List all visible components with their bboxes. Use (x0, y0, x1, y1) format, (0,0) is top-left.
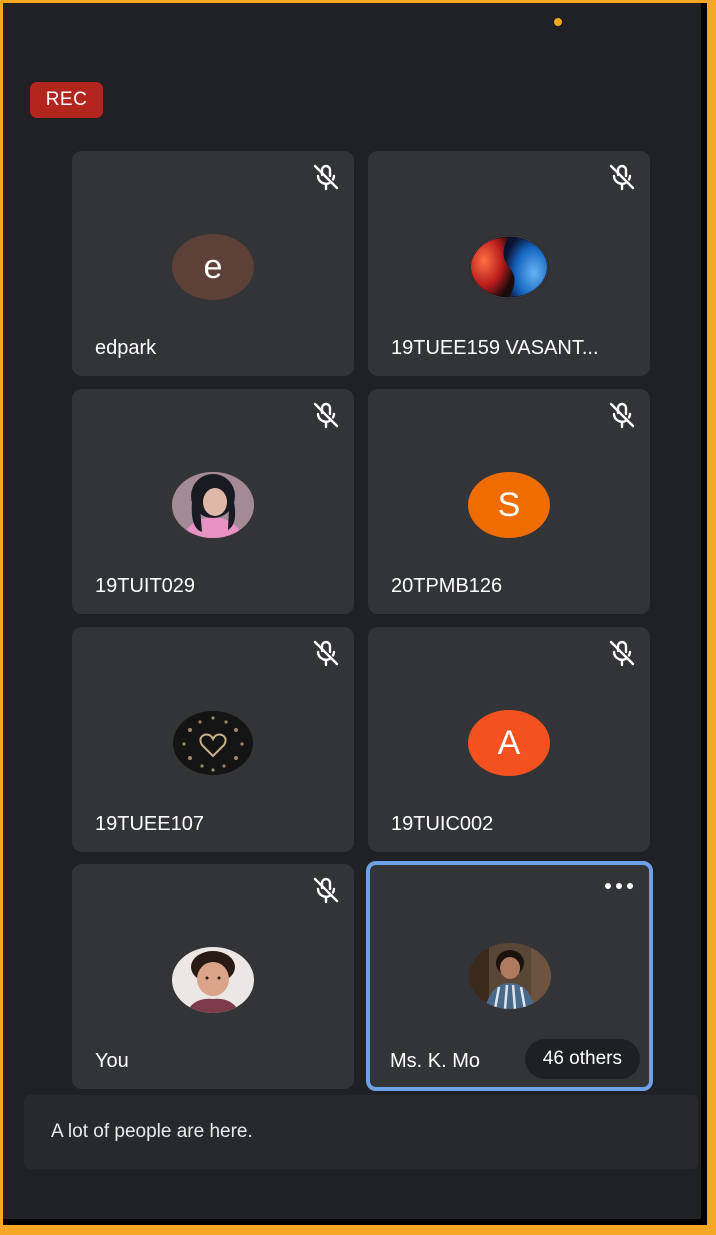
mic-off-icon (609, 402, 635, 429)
participant-name: 20TPMB126 (391, 575, 503, 597)
participant-tile-19tuit029[interactable]: 19TUIT029 (72, 389, 354, 614)
fire-ice-sphere-icon (469, 235, 549, 299)
others-count-chip[interactable]: 46 others (524, 1039, 640, 1079)
meeting-screen: REC e edpark 19TUEE159 VASANT... 19TUIT0… (3, 3, 707, 1225)
more-options-icon[interactable] (603, 875, 635, 897)
avatar-photo (468, 234, 550, 300)
participant-tile-19tuee107[interactable]: 19TUEE107 (72, 627, 354, 852)
notice-banner: A lot of people are here. (24, 1095, 698, 1169)
mic-off-icon (609, 164, 635, 191)
participant-tile-you[interactable]: You (72, 864, 354, 1089)
person-portrait-icon (468, 943, 551, 1009)
participant-tile-ms-k-mo[interactable]: Ms. K. Mo 46 others (366, 861, 653, 1091)
participant-name: 19TUIT029 (95, 575, 196, 597)
mic-off-icon (313, 164, 339, 191)
dark-heart-pattern-icon (173, 711, 253, 775)
side-panel-edge (703, 121, 707, 341)
avatar-photo (468, 943, 551, 1009)
participant-tile-20tpmb126[interactable]: S 20TPMB126 (368, 389, 650, 614)
avatar-initial: A (468, 710, 550, 776)
mic-off-icon (313, 640, 339, 667)
recording-badge: REC (30, 82, 103, 118)
person-portrait-icon (172, 947, 254, 1013)
participant-name: You (95, 1050, 129, 1072)
participant-name: Ms. K. Mo (390, 1050, 481, 1072)
participant-name: 19TUEE107 (95, 813, 204, 835)
status-dot-icon (554, 18, 562, 26)
participant-grid: e edpark 19TUEE159 VASANT... 19TUIT029 S… (72, 151, 654, 1091)
participant-tile-edpark[interactable]: e edpark (72, 151, 354, 376)
participant-name: edpark (95, 337, 157, 359)
avatar-initial: S (468, 472, 550, 538)
participant-tile-19tuee159[interactable]: 19TUEE159 VASANT... (368, 151, 650, 376)
avatar-photo (172, 947, 254, 1013)
mic-off-icon (609, 640, 635, 667)
person-portrait-icon (172, 472, 254, 538)
mic-off-icon (313, 877, 339, 904)
participant-name: 19TUIC002 (391, 813, 494, 835)
participant-name: 19TUEE159 VASANT... (391, 337, 599, 359)
device-frame: REC e edpark 19TUEE159 VASANT... 19TUIT0… (0, 0, 716, 1235)
avatar-photo (172, 472, 254, 538)
mic-off-icon (313, 402, 339, 429)
participant-tile-19tuic002[interactable]: A 19TUIC002 (368, 627, 650, 852)
avatar-photo (172, 710, 254, 776)
avatar-initial: e (172, 234, 254, 300)
